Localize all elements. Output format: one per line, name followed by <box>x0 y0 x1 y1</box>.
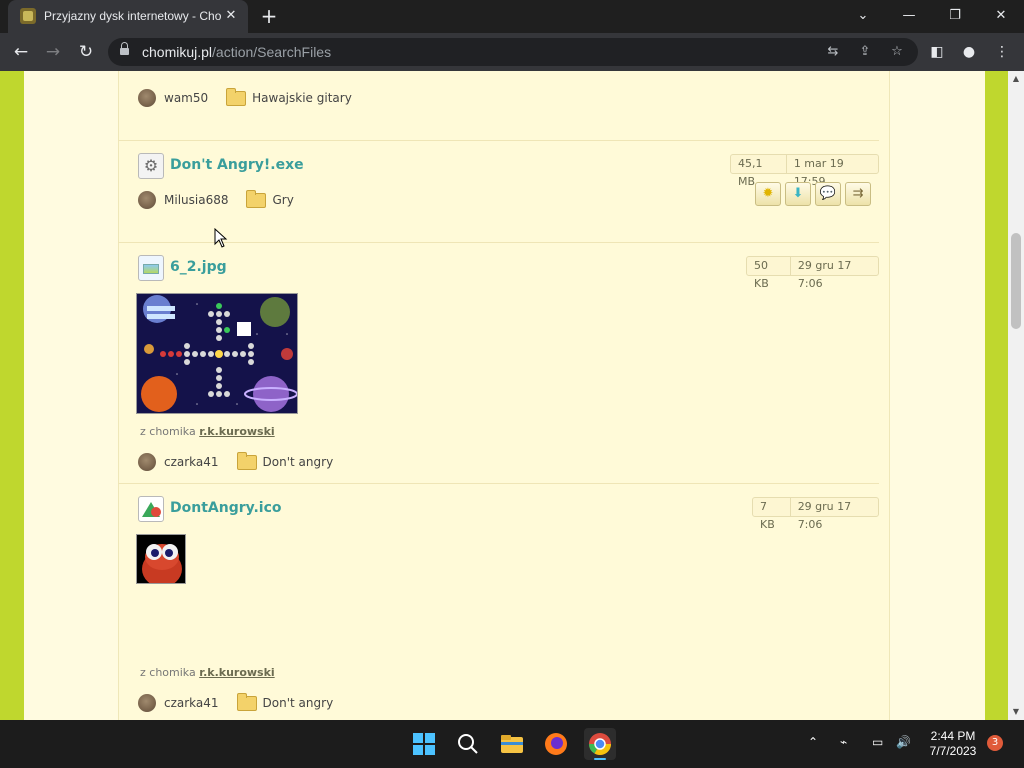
bookmark-star-icon[interactable]: ☆ <box>888 43 906 61</box>
scroll-up-arrow-icon[interactable]: ▲ <box>1011 74 1021 84</box>
copy-to-chomik-icon[interactable]: ⇉ <box>845 182 871 206</box>
page-viewport: wam50 Hawajskie gitary ⚙ Don't Angry!.ex… <box>0 71 1008 720</box>
from-label: z chomika <box>140 666 196 679</box>
owner-link[interactable]: czarka41 <box>164 455 219 469</box>
address-bar[interactable]: chomikuj.pl/action/SearchFiles ⇆ ⇪ ☆ <box>108 38 918 66</box>
file-entry: wam50 Hawajskie gitary <box>118 71 879 141</box>
chrome-icon[interactable] <box>584 728 616 760</box>
user-avatar <box>138 694 156 712</box>
close-tab-icon[interactable]: ✕ <box>222 7 240 25</box>
system-clock[interactable]: 2:44 PM 7/7/2023 <box>914 729 992 759</box>
owner-link[interactable]: Milusia688 <box>164 193 228 207</box>
display-icon[interactable]: ▭ <box>872 735 883 749</box>
forward-button[interactable]: → <box>42 41 64 63</box>
tab-title: Przyjazny dysk internetowy - Cho <box>44 9 222 23</box>
tray-overflow-chevron-icon[interactable]: ⌃ <box>808 735 818 749</box>
file-name-link[interactable]: DontAngry.ico <box>170 500 282 516</box>
user-avatar <box>138 453 156 471</box>
file-meta: 7 KB 29 gru 17 7:06 <box>752 497 879 531</box>
clock-date: 7/7/2023 <box>929 744 977 758</box>
file-entry: 6_2.jpg 50 KB 29 gru 17 7:06 z chomika r… <box>118 243 879 484</box>
folder-link[interactable]: Don't angry <box>263 696 334 710</box>
scroll-down-arrow-icon[interactable]: ▼ <box>1011 707 1021 717</box>
search-icon[interactable] <box>452 728 484 760</box>
scroll-thumb[interactable] <box>1011 233 1021 329</box>
folder-icon <box>226 87 247 106</box>
windows-taskbar: ⌃ ⌁ ▭ 🔊 2:44 PM 7/7/2023 3 <box>0 720 1024 768</box>
folder-link[interactable]: Gry <box>272 193 293 207</box>
volume-icon[interactable]: 🔊 <box>896 735 911 749</box>
user-avatar <box>138 191 156 209</box>
file-date: 29 gru 17 7:06 <box>789 498 878 531</box>
image-thumbnail[interactable] <box>136 293 298 414</box>
image-file-icon <box>138 255 164 281</box>
download-icon[interactable]: ⬇ <box>785 182 811 206</box>
file-entry: ⚙ Don't Angry!.exe 45,1 MB 1 mar 19 17:5… <box>118 141 879 243</box>
profile-icon[interactable]: ● <box>959 42 979 62</box>
menu-icon[interactable]: ⋮ <box>992 42 1012 62</box>
folder-link[interactable]: Hawajskie gitary <box>252 91 352 105</box>
from-label: z chomika <box>140 425 196 438</box>
file-name-link[interactable]: Don't Angry!.exe <box>170 157 304 173</box>
browser-toolbar: ← → ↻ chomikuj.pl/action/SearchFiles ⇆ ⇪… <box>0 33 1024 71</box>
new-tab-button[interactable]: + <box>258 6 280 28</box>
from-user-link[interactable]: r.k.kurowski <box>199 666 274 679</box>
settings-gear-icon: ⚙ <box>138 153 164 179</box>
vertical-scrollbar[interactable]: ▲ ▼ <box>1008 71 1024 720</box>
share-icon[interactable]: ⇪ <box>856 43 874 61</box>
folder-icon <box>246 189 267 208</box>
user-avatar <box>138 89 156 107</box>
file-entry: DontAngry.ico 7 KB 29 gru 17 7:06 z chom… <box>118 484 879 720</box>
file-name-link[interactable]: 6_2.jpg <box>170 259 227 275</box>
restore-button[interactable]: ❐ <box>944 6 966 26</box>
file-meta: 50 KB 29 gru 17 7:06 <box>746 256 879 290</box>
url-path: /action/SearchFiles <box>212 44 332 60</box>
reload-button[interactable]: ↻ <box>75 41 97 63</box>
back-button[interactable]: ← <box>10 41 32 63</box>
firefox-icon[interactable] <box>540 728 572 760</box>
file-size: 45,1 MB <box>738 157 763 188</box>
file-meta: 45,1 MB 1 mar 19 17:59 <box>730 154 879 188</box>
tab-search-icon[interactable]: ⌄ <box>852 6 874 26</box>
image-thumbnail[interactable] <box>136 534 186 584</box>
star-award-icon[interactable]: ✹ <box>755 182 781 206</box>
start-windows-icon[interactable] <box>408 728 440 760</box>
notification-badge[interactable]: 3 <box>987 735 1003 751</box>
game-board-thumbnail <box>137 294 297 413</box>
file-explorer-icon[interactable] <box>496 728 528 760</box>
minimize-button[interactable]: — <box>898 6 920 26</box>
network-icon[interactable]: ⌁ <box>840 735 847 749</box>
lock-icon[interactable] <box>120 42 129 57</box>
url-host: chomikuj.pl <box>142 44 213 60</box>
clock-time: 2:44 PM <box>930 729 976 743</box>
favicon-icon <box>20 8 36 24</box>
folder-link[interactable]: Don't angry <box>263 455 334 469</box>
owner-link[interactable]: czarka41 <box>164 696 219 710</box>
folder-icon <box>236 692 257 711</box>
file-size: 7 KB <box>760 500 775 531</box>
side-panel-icon[interactable]: ◧ <box>927 42 947 62</box>
mouse-cursor-icon <box>214 228 228 248</box>
image-file-icon <box>138 496 164 522</box>
browser-tab[interactable]: Przyjazny dysk internetowy - Cho ✕ <box>8 0 248 33</box>
from-user-link[interactable]: r.k.kurowski <box>199 425 274 438</box>
close-window-button[interactable]: ✕ <box>990 6 1012 26</box>
ladybug-thumbnail <box>137 535 185 583</box>
owner-link[interactable]: wam50 <box>164 91 208 105</box>
file-actions: ✹ ⬇ 💬 ⇉ <box>755 182 875 206</box>
translate-icon[interactable]: ⇆ <box>824 43 842 61</box>
tab-strip: Przyjazny dysk internetowy - Cho ✕ + ⌄ —… <box>0 0 1024 33</box>
file-date: 29 gru 17 7:06 <box>789 257 878 290</box>
folder-icon <box>236 451 257 470</box>
comment-icon[interactable]: 💬 <box>815 182 841 206</box>
file-date: 1 mar 19 17:59 <box>785 155 878 188</box>
file-size: 50 KB <box>754 259 769 290</box>
